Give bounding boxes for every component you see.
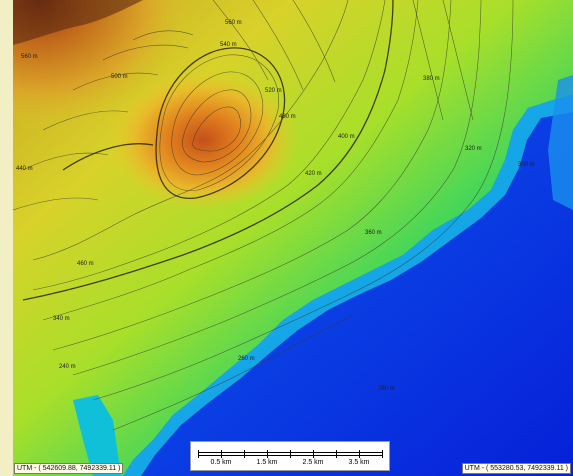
contour-label: 560 m <box>21 54 38 60</box>
scale-tick <box>313 450 314 458</box>
scale-label: 3.5 km <box>348 459 370 466</box>
scale-label: 0.5 km <box>210 459 232 466</box>
contour-label: 280 m <box>378 386 395 392</box>
scale-tick <box>382 450 383 458</box>
contour-label: 520 m <box>265 88 282 94</box>
scale-tick <box>290 450 291 458</box>
contour-label: 380 m <box>423 76 440 82</box>
contour-label: 420 m <box>305 171 322 177</box>
scale-tick <box>359 450 360 458</box>
scale-label: 2.5 km <box>302 459 324 466</box>
scale-tick <box>336 450 337 458</box>
contour-label: 320 m <box>465 146 482 152</box>
scale-label: 1.5 km <box>256 459 278 466</box>
contour-label: 440 m <box>16 166 33 172</box>
scale-tick <box>244 450 245 458</box>
scale-tick <box>221 450 222 458</box>
elevation-map[interactable]: 560 m 560 m 540 m 520 m 500 m 480 m 460 … <box>13 0 573 476</box>
contour-label: 480 m <box>279 114 296 120</box>
coordinate-readout-right: UTM - ( 553280.53, 7492339.11 ) <box>461 463 571 474</box>
coordinate-readout-left: UTM - ( 542609.88, 7492339.11 ) <box>14 463 124 474</box>
contour-label: 400 m <box>338 134 355 140</box>
scale-bar: 0.5 km 1.5 km 2.5 km 3.5 km <box>190 441 390 471</box>
contour-label: 460 m <box>77 261 94 267</box>
contour-label: 540 m <box>220 42 237 48</box>
contour-label: 340 m <box>53 316 70 322</box>
contour-label: 240 m <box>59 364 76 370</box>
contour-label: 300 m <box>518 162 535 168</box>
contour-label: 260 m <box>238 356 255 362</box>
contour-label: 560 m <box>225 20 242 26</box>
scale-tick <box>267 450 268 458</box>
contour-label: 360 m <box>365 230 382 236</box>
contour-label: 500 m <box>111 74 128 80</box>
scale-tick <box>198 450 199 458</box>
